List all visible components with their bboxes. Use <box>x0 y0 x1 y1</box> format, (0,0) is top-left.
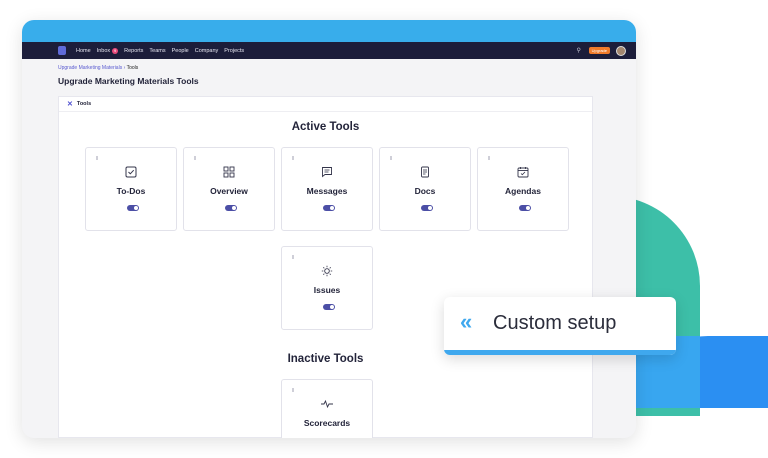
drag-handle-icon[interactable] <box>488 156 490 160</box>
inbox-count-badge: 9 <box>112 47 119 54</box>
window-top-bar <box>22 20 636 42</box>
upgrade-button[interactable]: Upgrade <box>588 47 610 54</box>
calendar-icon <box>478 165 568 179</box>
breadcrumb: Upgrade Marketing Materials › Tools <box>58 65 138 71</box>
drag-handle-icon[interactable] <box>390 156 392 160</box>
nav-people[interactable]: People <box>172 48 189 54</box>
custom-setup-callout: « Custom setup <box>444 297 676 355</box>
tool-card-docs[interactable]: Docs <box>379 147 471 231</box>
nav-people-label: People <box>171 47 189 54</box>
tool-card-agendas[interactable]: Agendas <box>477 147 569 231</box>
nav-home-label: Home <box>76 47 91 54</box>
tool-toggle[interactable] <box>323 205 335 211</box>
tool-toggle[interactable] <box>225 205 237 211</box>
tool-card-issues[interactable]: Issues <box>281 246 373 330</box>
message-icon <box>282 165 372 179</box>
drag-handle-icon[interactable] <box>292 156 294 160</box>
tool-card-overview[interactable]: Overview <box>183 147 275 231</box>
callout-text: Custom setup <box>493 312 617 334</box>
nav-teams[interactable]: Teams <box>149 48 165 54</box>
nav-projects-label: Projects <box>224 47 245 54</box>
stage: Home Inbox 9 Reports Teams People Company… <box>0 0 768 458</box>
nav-reports[interactable]: Reports <box>124 48 143 54</box>
tool-card-todos[interactable]: To-Dos <box>85 147 177 231</box>
search-icon[interactable]: ⚲ <box>575 47 583 55</box>
tool-toggle[interactable] <box>519 205 531 211</box>
nav-inbox-label: Inbox <box>96 47 111 54</box>
nav-reports-label: Reports <box>124 47 144 54</box>
checkbox-icon <box>86 165 176 179</box>
tool-toggle[interactable] <box>127 205 139 211</box>
pulse-icon <box>282 397 372 411</box>
nav-home[interactable]: Home <box>76 48 91 54</box>
tools-panel-title: Tools <box>76 101 92 107</box>
drag-handle-icon[interactable] <box>96 156 98 160</box>
avatar[interactable] <box>616 45 626 56</box>
nav-teams-label: Teams <box>149 47 166 54</box>
drag-handle-icon[interactable] <box>292 388 294 392</box>
app-logo[interactable] <box>58 46 66 55</box>
tool-toggle[interactable] <box>323 304 335 310</box>
double-chevron-left-icon: « <box>460 309 473 334</box>
top-navbar: Home Inbox 9 Reports Teams People Company… <box>22 42 636 59</box>
tool-card-messages[interactable]: Messages <box>281 147 373 231</box>
tool-card-label: To-Dos <box>116 186 146 196</box>
tools-icon: ✕ <box>67 101 73 108</box>
breadcrumb-parent-link[interactable]: Upgrade Marketing Materials <box>58 65 122 71</box>
app-window: Home Inbox 9 Reports Teams People Company… <box>22 20 636 438</box>
tool-toggle[interactable] <box>421 205 433 211</box>
tool-card-label: Docs <box>414 186 436 196</box>
tool-card-label: Issues <box>313 285 341 295</box>
tool-card-label: Messages <box>306 186 348 196</box>
nav-company-label: Company <box>194 47 219 54</box>
tool-card-scorecards[interactable]: Scorecards <box>281 379 373 438</box>
drag-handle-icon[interactable] <box>292 255 294 259</box>
tools-panel: ✕ Tools Active Tools To-Dos Overview Mes… <box>58 96 593 438</box>
tool-card-label: Scorecards <box>303 418 351 428</box>
sun-icon <box>282 264 372 278</box>
page-title: Upgrade Marketing Materials Tools <box>58 76 199 86</box>
drag-handle-icon[interactable] <box>194 156 196 160</box>
document-icon <box>380 165 470 179</box>
tool-card-label: Agendas <box>505 186 541 196</box>
breadcrumb-current: Tools <box>126 65 139 71</box>
grid-icon <box>184 165 274 179</box>
tools-panel-header: ✕ Tools <box>59 97 592 112</box>
active-tools-heading: Active Tools <box>291 121 360 133</box>
nav-projects[interactable]: Projects <box>224 48 244 54</box>
tool-card-label: Overview <box>210 186 248 196</box>
nav-inbox[interactable]: Inbox 9 <box>96 47 119 54</box>
callout-accent-bar <box>444 350 676 355</box>
nav-company[interactable]: Company <box>195 48 219 54</box>
